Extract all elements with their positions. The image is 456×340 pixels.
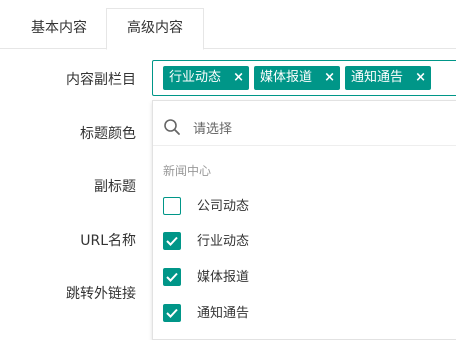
option-label: 媒体报道 [197,270,250,285]
selected-tag-label: 通知通告 [351,70,404,85]
selected-tag-label: 行业动态 [169,70,222,85]
field-label-sub-column: 内容副栏目 [66,72,136,88]
checkbox[interactable] [163,304,181,322]
option-item[interactable]: 媒体报道 [163,268,283,288]
multiselect-dropdown: 新闻中心 公司动态 行业动态 媒体报道 通知通告 [152,100,456,340]
remove-tag-icon[interactable]: × [324,66,335,90]
remove-tag-icon[interactable]: × [415,66,426,90]
option-item[interactable]: 行业动态 [163,232,283,252]
selected-tag: 行业动态 × [163,66,249,90]
selected-tag: 通知通告 × [345,66,431,90]
selected-tag-label: 媒体报道 [260,70,313,85]
tab-advanced-content[interactable]: 高级内容 [106,8,204,50]
option-item[interactable]: 通知通告 [163,304,283,324]
search-input[interactable] [191,117,395,141]
sub-column-multiselect[interactable]: 行业动态 × 媒体报道 × 通知通告 × [152,60,456,96]
field-label-subtitle: 副标题 [94,179,136,195]
checkmark-icon [166,272,178,282]
option-label: 行业动态 [197,234,250,249]
dropdown-search [153,111,456,146]
checkbox[interactable] [163,268,181,286]
search-icon [164,119,180,135]
field-label-title-color: 标题颜色 [80,126,136,142]
option-item[interactable]: 公司动态 [163,197,283,217]
field-label-url-name: URL名称 [80,233,136,249]
checkmark-icon [166,308,178,318]
option-label: 公司动态 [197,199,250,214]
checkmark-icon [166,236,178,246]
field-label-external-link: 跳转外链接 [66,286,136,302]
tab-bar: 基本内容 高级内容 [0,0,456,50]
remove-tag-icon[interactable]: × [233,66,244,90]
selected-tag: 媒体报道 × [254,66,340,90]
option-group-title: 新闻中心 [163,164,212,178]
checkbox[interactable] [163,232,181,250]
tab-basic-content[interactable]: 基本内容 [14,9,104,48]
option-label: 通知通告 [197,306,250,321]
checkbox[interactable] [163,197,181,215]
